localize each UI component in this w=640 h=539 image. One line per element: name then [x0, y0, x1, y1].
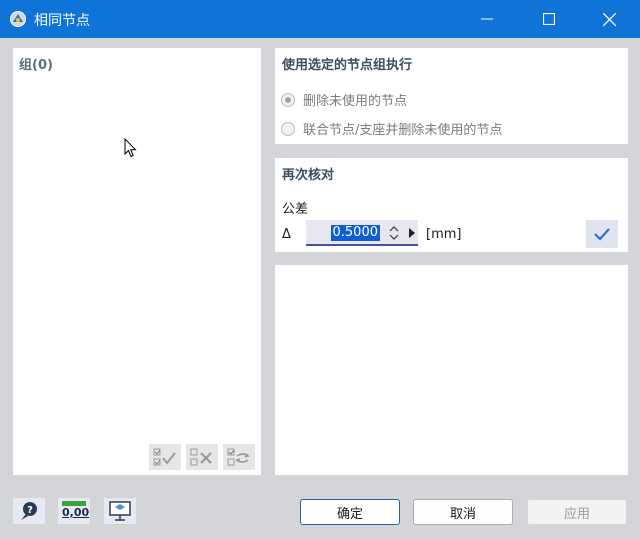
minimize-button[interactable]: [464, 0, 510, 38]
option-delete-unused[interactable]: 删除未使用的节点: [281, 90, 407, 109]
option-delete-unused-label: 删除未使用的节点: [303, 94, 408, 109]
minimize-icon: [481, 18, 493, 20]
maximize-icon: [543, 13, 555, 25]
radio-unchecked[interactable]: [281, 121, 295, 136]
select-all-button[interactable]: [149, 444, 181, 470]
monitor-pointer-icon: [109, 501, 131, 521]
results-panel: [275, 265, 628, 475]
recheck-section-title: 再次核对: [282, 168, 335, 183]
units-button[interactable]: 0,00: [58, 498, 90, 524]
radio-checked[interactable]: [281, 92, 295, 107]
tolerance-value[interactable]: 0.5000: [330, 225, 380, 241]
invert-selection-button[interactable]: [223, 444, 255, 470]
spin-right-arrow-icon[interactable]: [408, 227, 416, 239]
title-bar[interactable]: 相同节点: [0, 0, 640, 38]
spin-up-down-icon[interactable]: [388, 223, 400, 243]
svg-text:?: ?: [27, 505, 33, 516]
checkmark-icon: [594, 228, 610, 241]
close-button[interactable]: [586, 0, 632, 38]
tolerance-label: 公差: [282, 202, 309, 217]
help-icon: ?: [21, 502, 37, 520]
deselect-all-button[interactable]: [186, 444, 218, 470]
groups-panel[interactable]: 组(0): [13, 48, 261, 475]
invert-selection-icon: [227, 448, 250, 466]
option-merge-and-delete[interactable]: 联合节点/支座并删除未使用的节点: [281, 119, 502, 138]
groups-label: 组(0): [19, 58, 53, 73]
delta-symbol: Δ: [282, 227, 291, 242]
recheck-section: 再次核对 公差 Δ 0.5000 [mm]: [275, 158, 628, 252]
mouse-cursor-icon: [124, 138, 137, 158]
apply-tolerance-button[interactable]: [586, 220, 618, 248]
tolerance-unit: [mm]: [426, 227, 462, 242]
check-all-icon: [153, 448, 176, 466]
cancel-button[interactable]: 取消: [413, 499, 513, 525]
uncheck-all-icon: [190, 448, 212, 466]
close-icon: [602, 12, 616, 26]
display-button[interactable]: [104, 498, 136, 524]
execute-section: 使用选定的节点组执行 删除未使用的节点 联合节点/支座并删除未使用的节点: [275, 48, 628, 144]
ok-button[interactable]: 确定: [300, 499, 400, 525]
window-title: 相同节点: [34, 13, 90, 29]
maximize-button[interactable]: [526, 0, 572, 38]
execute-section-title: 使用选定的节点组执行: [282, 58, 413, 73]
app-icon: [10, 11, 26, 27]
tolerance-input[interactable]: 0.5000: [306, 220, 418, 246]
units-icon-label: 0,00: [62, 506, 90, 519]
apply-button[interactable]: 应用: [527, 499, 627, 525]
help-button[interactable]: ?: [13, 498, 45, 524]
option-merge-and-delete-label: 联合节点/支座并删除未使用的节点: [303, 123, 503, 138]
